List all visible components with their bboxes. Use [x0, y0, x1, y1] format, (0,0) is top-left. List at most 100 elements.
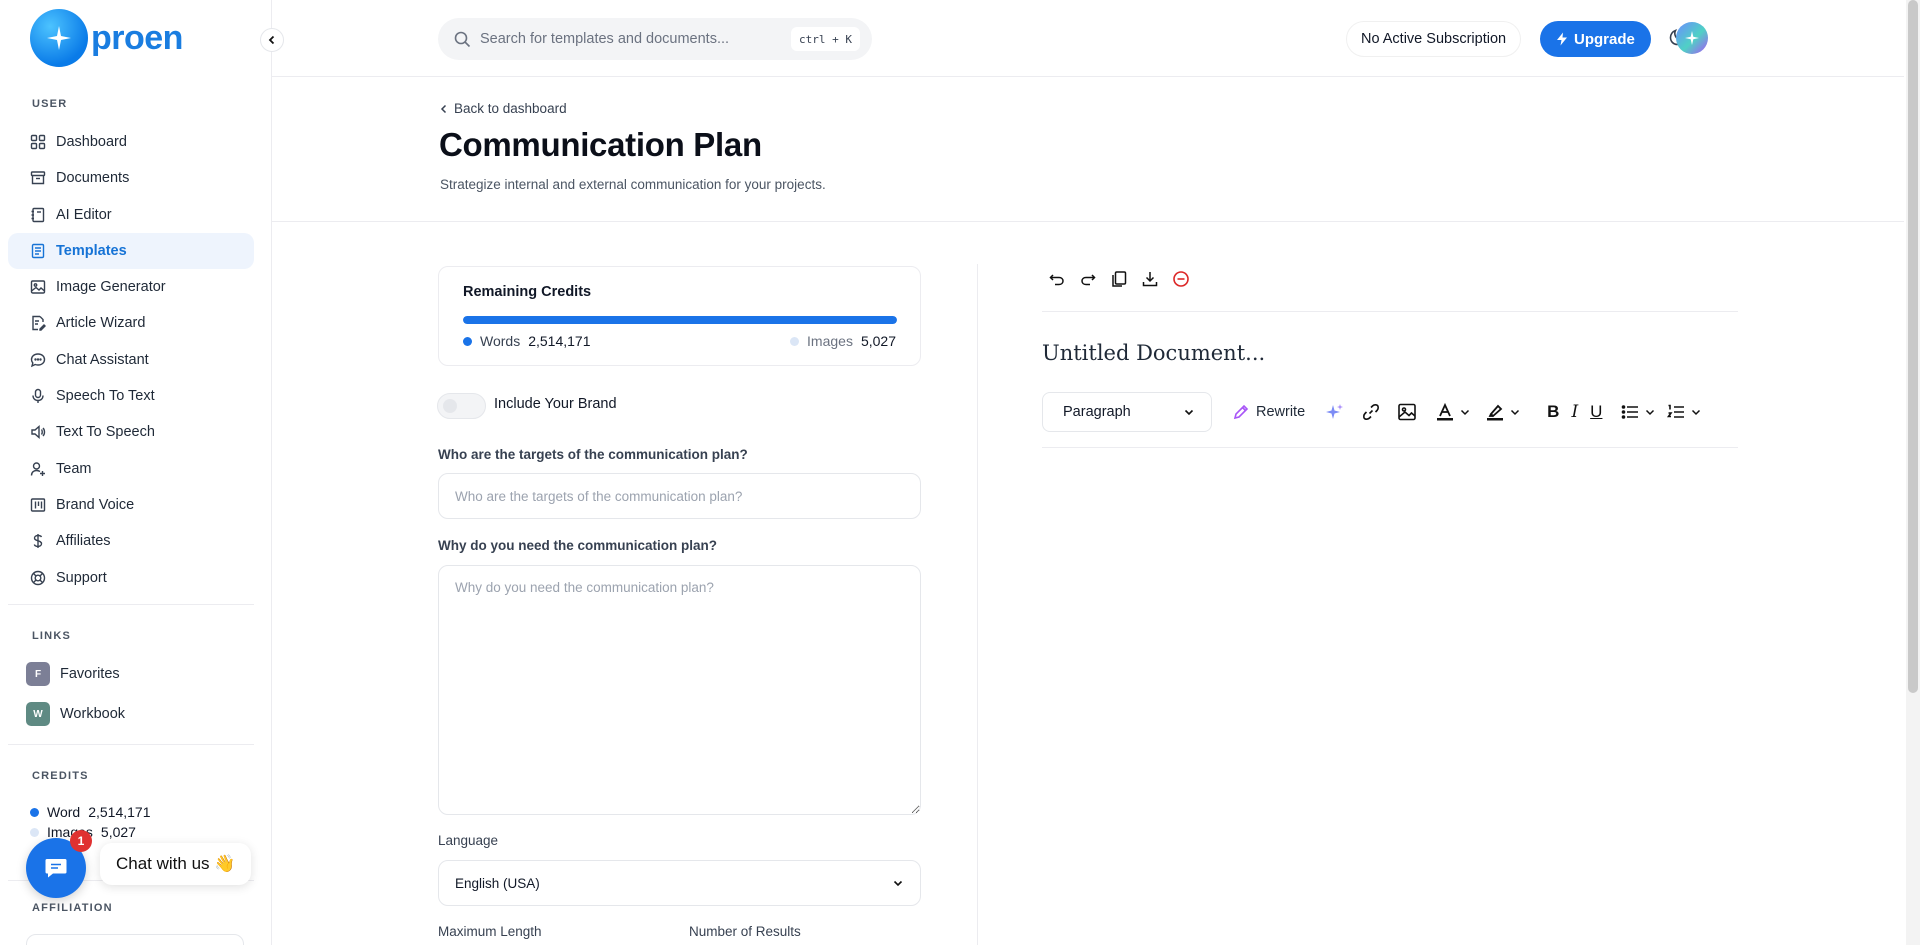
link-workbook[interactable]: W Workbook [26, 702, 125, 726]
num-results-label: Number of Results [689, 924, 801, 939]
grid-icon [30, 134, 46, 150]
sparkle-icon [1685, 31, 1699, 45]
search-bar[interactable]: ctrl + K [438, 18, 872, 60]
link-badge: W [26, 702, 50, 726]
sidebar-item-templates[interactable]: Templates [8, 232, 254, 269]
logo[interactable]: proen [30, 9, 183, 67]
highlighter-icon [1487, 404, 1504, 421]
word-dot [30, 807, 39, 817]
sidebar-item-image-generator[interactable]: Image Generator [8, 269, 254, 305]
ai-sparkle-button[interactable] [1325, 402, 1345, 422]
sidebar-item-label: Text To Speech [56, 424, 155, 441]
editor-separator [1042, 447, 1738, 448]
rewrite-label: Rewrite [1256, 404, 1306, 420]
sidebar: proen USER Dashboard Documents AI Editor… [0, 0, 272, 945]
bullet-list-button[interactable] [1620, 402, 1656, 422]
user-avatar[interactable] [1676, 22, 1708, 54]
italic-button[interactable]: I [1571, 402, 1578, 422]
max-length-label: Maximum Length [438, 924, 542, 939]
search-input[interactable] [480, 31, 780, 47]
chat-with-us-label[interactable]: Chat with us 👋 [100, 843, 252, 885]
credits-images: Images 5,027 [790, 333, 896, 349]
paragraph-style-select[interactable]: Paragraph [1042, 392, 1212, 432]
section-label-affiliation: AFFILIATION [32, 902, 113, 914]
sidebar-item-brand-voice[interactable]: Brand Voice [8, 487, 254, 523]
format-toolbar: Paragraph Rewrite B I U [1042, 392, 1738, 432]
credits-words: Words 2,514,171 [463, 333, 591, 349]
editor-content-area[interactable] [1042, 460, 1738, 945]
sidebar-item-ai-editor[interactable]: AI Editor [8, 197, 254, 233]
chevron-left-icon [440, 104, 447, 113]
sidebar-item-affiliates[interactable]: Affiliates [8, 523, 254, 559]
document-title[interactable]: Untitled Document... [1042, 341, 1265, 365]
upgrade-button[interactable]: Upgrade [1540, 21, 1651, 57]
speaker-icon [31, 425, 46, 440]
chevron-down-icon [1461, 409, 1470, 416]
back-to-dashboard-link[interactable]: Back to dashboard [440, 101, 567, 116]
back-link-label: Back to dashboard [454, 101, 567, 116]
targets-input[interactable] [438, 473, 921, 519]
why-textarea[interactable] [438, 565, 921, 815]
editor-toolbar [1048, 270, 1190, 288]
sidebar-item-label: Support [56, 569, 107, 586]
redo-icon[interactable] [1079, 270, 1097, 288]
link-favorites[interactable]: F Favorites [26, 662, 120, 686]
sidebar-item-text-to-speech[interactable]: Text To Speech [8, 414, 254, 450]
link-badge: F [26, 662, 50, 686]
underline-button[interactable]: U [1590, 402, 1602, 422]
images-label: Images [807, 333, 853, 349]
paragraph-style-value: Paragraph [1063, 404, 1131, 420]
sidebar-item-team[interactable]: Team [8, 451, 254, 487]
notebook-icon [31, 207, 45, 222]
credit-word-value: 2,514,171 [88, 804, 151, 820]
logo-text: proen [91, 18, 183, 57]
copy-icon[interactable] [1110, 270, 1128, 288]
sidebar-item-dashboard[interactable]: Dashboard [8, 124, 254, 160]
sidebar-item-label: Team [56, 460, 92, 477]
mic-icon [32, 388, 44, 404]
image-icon [30, 280, 46, 294]
sidebar-item-article-wizard[interactable]: Article Wizard [8, 305, 254, 341]
credits-progress-fill [463, 316, 897, 324]
link-button[interactable] [1361, 402, 1381, 422]
page-title: Communication Plan [439, 126, 762, 163]
image-dot [30, 827, 39, 837]
sidebar-item-label: Templates [56, 242, 127, 259]
text-color-button[interactable] [1435, 402, 1471, 422]
sidebar-item-label: Speech To Text [56, 388, 155, 405]
rewrite-button[interactable]: Rewrite [1232, 403, 1305, 421]
sidebar-item-speech-to-text[interactable]: Speech To Text [8, 378, 254, 414]
highlight-button[interactable] [1485, 402, 1521, 422]
why-label: Why do you need the communication plan? [438, 538, 718, 553]
credit-row-words: Word 2,514,171 [30, 804, 151, 820]
file-text-icon [31, 243, 45, 259]
pen-icon [1233, 404, 1249, 420]
sidebar-item-documents[interactable]: Documents [8, 160, 254, 196]
bold-button[interactable]: B [1547, 402, 1559, 422]
insert-image-button[interactable] [1397, 402, 1417, 422]
page-header: Back to dashboard Communication Plan Str… [272, 77, 1904, 222]
collapse-sidebar-button[interactable] [260, 28, 284, 52]
undo-icon[interactable] [1048, 270, 1066, 288]
sidebar-item-label: Chat Assistant [56, 351, 149, 368]
chat-bubble-icon [45, 859, 67, 878]
numbered-list-icon [1667, 404, 1685, 418]
remaining-credits-card: Remaining Credits Words 2,514,171 Images… [438, 266, 921, 366]
chat-notification-badge: 1 [70, 830, 92, 852]
delete-icon[interactable] [1172, 270, 1190, 288]
link-label: Favorites [60, 666, 120, 682]
chevron-down-icon [1692, 409, 1701, 416]
text-color-icon [1437, 402, 1454, 421]
sidebar-item-chat-assistant[interactable]: Chat Assistant [8, 342, 254, 378]
subscription-status[interactable]: No Active Subscription [1346, 21, 1522, 57]
sidebar-item-label: Article Wizard [56, 315, 146, 332]
include-brand-toggle[interactable] [437, 393, 486, 419]
download-icon[interactable] [1141, 270, 1159, 288]
page-scrollbar-thumb[interactable] [1908, 0, 1918, 693]
language-select[interactable]: English (USA) [438, 860, 921, 906]
top-header: ctrl + K No Active Subscription Upgrade [272, 0, 1904, 77]
sidebar-item-support[interactable]: Support [8, 560, 254, 596]
numbered-list-button[interactable] [1666, 402, 1702, 422]
bullet-list-icon [1622, 405, 1639, 419]
toggle-knob [443, 399, 457, 413]
